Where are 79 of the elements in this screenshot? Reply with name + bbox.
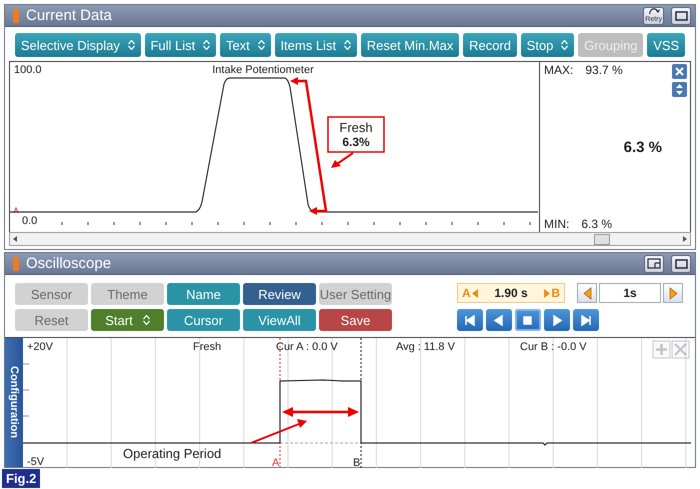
toolbar-button[interactable]: Selective Display: [15, 33, 141, 57]
toolbar-button[interactable]: Items List: [274, 33, 357, 57]
average-reading: Avg : 11.8 V: [396, 341, 455, 353]
callout-box: [327, 116, 385, 153]
toolbar-button[interactable]: Record: [463, 33, 517, 57]
annotation-label: Operating Period: [123, 446, 222, 461]
skip-end-icon: [579, 314, 593, 326]
maximize-button[interactable]: [671, 254, 691, 272]
current-value: 6.3 %: [624, 138, 662, 156]
axis-max-label: +20V: [27, 341, 53, 353]
control-button[interactable]: Save: [319, 309, 392, 331]
toolbar-button[interactable]: Full List: [144, 33, 216, 57]
window-icon: [674, 10, 688, 20]
play-button[interactable]: [544, 309, 570, 331]
up-down-caret-icon: [128, 40, 135, 50]
max-value: 93.7 %: [585, 63, 623, 77]
configuration-tab[interactable]: Configuration: [5, 338, 23, 467]
close-icon[interactable]: [672, 64, 687, 79]
control-button[interactable]: Name: [167, 283, 240, 305]
callout-title: Fresh: [339, 120, 373, 135]
cursor-b-marker: B: [353, 457, 360, 468]
right-triangle-icon: [544, 288, 550, 298]
callout-value: 6.3%: [342, 135, 370, 149]
dock-button[interactable]: [644, 254, 664, 272]
resize-icon[interactable]: [672, 82, 687, 97]
up-down-caret-icon: [258, 40, 265, 50]
control-button[interactable]: Review: [243, 283, 316, 305]
axis-min-label: 0.0: [22, 215, 38, 227]
trigger-marker-icon: [14, 206, 18, 214]
triangle-icon: [668, 286, 678, 300]
min-label: MIN:: [544, 217, 570, 231]
cursor-a-label: A: [462, 286, 471, 300]
cursor-a-marker: A: [272, 457, 280, 468]
skip-start-icon: [463, 314, 477, 326]
min-value: 6.3 %: [581, 217, 612, 231]
trace-title: Intake Potentiometer: [212, 64, 314, 76]
stop-button[interactable]: [515, 309, 541, 331]
toolbar-button[interactable]: Text: [220, 33, 271, 57]
control-button[interactable]: Cursor: [167, 309, 240, 331]
callout-arrow: [331, 152, 354, 168]
channel-name: Fresh: [193, 341, 222, 353]
increase-button[interactable]: [663, 283, 683, 303]
stop-icon: [521, 314, 535, 326]
axis-min-label: -5V: [27, 456, 44, 468]
panel-title: Oscilloscope: [26, 255, 112, 272]
up-down-caret-icon: [142, 315, 150, 325]
axis-max-label: 100.0: [14, 64, 42, 76]
control-button[interactable]: Start: [91, 309, 164, 331]
maximize-button[interactable]: [671, 6, 691, 24]
step-back-button[interactable]: [486, 309, 512, 331]
cursor-b-reading: Cur B : -0.0 V: [520, 341, 587, 353]
figure-label: Fig.2: [2, 469, 40, 488]
up-down-caret-icon: [344, 40, 352, 50]
title-marker-icon: [13, 8, 19, 22]
toolbar-button[interactable]: Reset Min.Max: [360, 33, 460, 57]
cursor-b-label: B: [551, 286, 560, 300]
decrease-button[interactable]: [577, 283, 597, 303]
skip-to-end-button[interactable]: [573, 309, 599, 331]
time-division-field[interactable]: 1s: [599, 283, 661, 303]
max-label: MAX:: [544, 63, 574, 77]
horizontal-scrollbar[interactable]: [9, 232, 691, 246]
skip-to-start-button[interactable]: [457, 309, 483, 331]
title-marker-icon: [13, 256, 19, 270]
control-button[interactable]: ViewAll: [243, 309, 316, 331]
window-icon: [674, 258, 688, 268]
window-split-icon: [647, 258, 661, 269]
cursor-a-reading: Cur A : 0.0 V: [276, 341, 338, 353]
scroll-thumb[interactable]: [594, 234, 610, 244]
pointer-arrow: [250, 419, 307, 444]
panel-title: Current Data: [26, 7, 112, 24]
triangle-icon: [582, 286, 592, 300]
refresh-icon: [648, 8, 660, 16]
cursor-interval: 1.90 s: [494, 286, 528, 300]
left-triangle-icon: [472, 288, 478, 298]
toolbar-button[interactable]: Stop: [520, 33, 574, 57]
play-reverse-icon: [492, 314, 506, 326]
toolbar-button[interactable]: VSS: [647, 33, 686, 57]
up-down-caret-icon: [561, 40, 568, 50]
up-down-caret-icon: [203, 40, 210, 50]
